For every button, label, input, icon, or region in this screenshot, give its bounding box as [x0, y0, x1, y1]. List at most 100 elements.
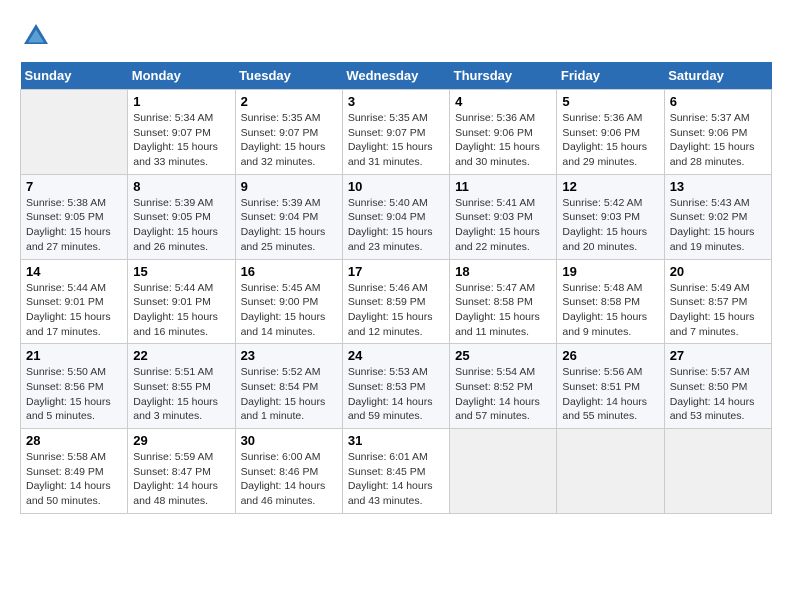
- day-info: Sunrise: 5:34 AM Sunset: 9:07 PM Dayligh…: [133, 111, 229, 170]
- day-cell: [557, 429, 664, 514]
- col-header-wednesday: Wednesday: [342, 62, 449, 90]
- logo: [20, 20, 56, 52]
- day-cell: 13 Sunrise: 5:43 AM Sunset: 9:02 PM Dayli…: [664, 174, 771, 259]
- header-row: SundayMondayTuesdayWednesdayThursdayFrid…: [21, 62, 772, 90]
- day-cell: 11Sunrise: 5:41 AM Sunset: 9:03 PM Dayli…: [450, 174, 557, 259]
- day-number: 29: [133, 433, 229, 448]
- col-header-saturday: Saturday: [664, 62, 771, 90]
- day-cell: [450, 429, 557, 514]
- day-info: Sunrise: 5:44 AM Sunset: 9:01 PM Dayligh…: [26, 281, 122, 340]
- day-info: Sunrise: 5:46 AM Sunset: 8:59 PM Dayligh…: [348, 281, 444, 340]
- day-number: 13: [670, 179, 766, 194]
- day-cell: 5 Sunrise: 5:36 AM Sunset: 9:06 PM Daylig…: [557, 90, 664, 175]
- day-cell: 8Sunrise: 5:39 AM Sunset: 9:05 PM Daylig…: [128, 174, 235, 259]
- day-number: 7: [26, 179, 122, 194]
- day-number: 10: [348, 179, 444, 194]
- day-cell: 18 Sunrise: 5:47 AM Sunset: 8:58 PM Dayli…: [450, 259, 557, 344]
- day-info: Sunrise: 5:49 AM Sunset: 8:57 PM Dayligh…: [670, 281, 766, 340]
- day-number: 12: [562, 179, 658, 194]
- day-cell: 23Sunrise: 5:52 AM Sunset: 8:54 PM Dayli…: [235, 344, 342, 429]
- day-cell: 27 Sunrise: 5:57 AM Sunset: 8:50 PM Dayli…: [664, 344, 771, 429]
- day-cell: 24Sunrise: 5:53 AM Sunset: 8:53 PM Dayli…: [342, 344, 449, 429]
- day-info: Sunrise: 5:36 AM Sunset: 9:06 PM Dayligh…: [455, 111, 551, 170]
- day-cell: 21 Sunrise: 5:50 AM Sunset: 8:56 PM Dayli…: [21, 344, 128, 429]
- day-cell: 4 Sunrise: 5:36 AM Sunset: 9:06 PM Daylig…: [450, 90, 557, 175]
- week-row-4: 21 Sunrise: 5:50 AM Sunset: 8:56 PM Dayli…: [21, 344, 772, 429]
- day-info: Sunrise: 5:48 AM Sunset: 8:58 PM Dayligh…: [562, 281, 658, 340]
- day-cell: 7 Sunrise: 5:38 AM Sunset: 9:05 PM Daylig…: [21, 174, 128, 259]
- day-number: 9: [241, 179, 337, 194]
- day-info: Sunrise: 5:45 AM Sunset: 9:00 PM Dayligh…: [241, 281, 337, 340]
- day-info: Sunrise: 5:54 AM Sunset: 8:52 PM Dayligh…: [455, 365, 551, 424]
- day-info: Sunrise: 5:50 AM Sunset: 8:56 PM Dayligh…: [26, 365, 122, 424]
- day-info: Sunrise: 5:38 AM Sunset: 9:05 PM Dayligh…: [26, 196, 122, 255]
- day-number: 19: [562, 264, 658, 279]
- day-cell: 2Sunrise: 5:35 AM Sunset: 9:07 PM Daylig…: [235, 90, 342, 175]
- day-info: Sunrise: 5:51 AM Sunset: 8:55 PM Dayligh…: [133, 365, 229, 424]
- day-cell: [664, 429, 771, 514]
- day-number: 21: [26, 348, 122, 363]
- week-row-5: 28 Sunrise: 5:58 AM Sunset: 8:49 PM Dayli…: [21, 429, 772, 514]
- day-cell: 29Sunrise: 5:59 AM Sunset: 8:47 PM Dayli…: [128, 429, 235, 514]
- day-info: Sunrise: 5:42 AM Sunset: 9:03 PM Dayligh…: [562, 196, 658, 255]
- day-number: 26: [562, 348, 658, 363]
- day-number: 4: [455, 94, 551, 109]
- day-cell: 28 Sunrise: 5:58 AM Sunset: 8:49 PM Dayli…: [21, 429, 128, 514]
- day-number: 16: [241, 264, 337, 279]
- day-number: 5: [562, 94, 658, 109]
- day-cell: 15 Sunrise: 5:44 AM Sunset: 9:01 PM Dayli…: [128, 259, 235, 344]
- day-number: 27: [670, 348, 766, 363]
- day-cell: 17 Sunrise: 5:46 AM Sunset: 8:59 PM Dayli…: [342, 259, 449, 344]
- day-info: Sunrise: 5:44 AM Sunset: 9:01 PM Dayligh…: [133, 281, 229, 340]
- day-number: 30: [241, 433, 337, 448]
- day-number: 18: [455, 264, 551, 279]
- day-number: 8: [133, 179, 229, 194]
- week-row-2: 7 Sunrise: 5:38 AM Sunset: 9:05 PM Daylig…: [21, 174, 772, 259]
- day-number: 6: [670, 94, 766, 109]
- day-info: Sunrise: 6:00 AM Sunset: 8:46 PM Dayligh…: [241, 450, 337, 509]
- day-number: 28: [26, 433, 122, 448]
- day-cell: 6 Sunrise: 5:37 AM Sunset: 9:06 PM Daylig…: [664, 90, 771, 175]
- day-info: Sunrise: 5:37 AM Sunset: 9:06 PM Dayligh…: [670, 111, 766, 170]
- day-cell: 1 Sunrise: 5:34 AM Sunset: 9:07 PM Daylig…: [128, 90, 235, 175]
- day-cell: 19 Sunrise: 5:48 AM Sunset: 8:58 PM Dayli…: [557, 259, 664, 344]
- day-cell: 12 Sunrise: 5:42 AM Sunset: 9:03 PM Dayli…: [557, 174, 664, 259]
- day-info: Sunrise: 5:43 AM Sunset: 9:02 PM Dayligh…: [670, 196, 766, 255]
- day-number: 3: [348, 94, 444, 109]
- day-number: 20: [670, 264, 766, 279]
- day-info: Sunrise: 6:01 AM Sunset: 8:45 PM Dayligh…: [348, 450, 444, 509]
- col-header-monday: Monday: [128, 62, 235, 90]
- day-cell: 16 Sunrise: 5:45 AM Sunset: 9:00 PM Dayli…: [235, 259, 342, 344]
- day-info: Sunrise: 5:35 AM Sunset: 9:07 PM Dayligh…: [348, 111, 444, 170]
- day-number: 25: [455, 348, 551, 363]
- page-header: [20, 20, 772, 52]
- day-number: 1: [133, 94, 229, 109]
- day-cell: 3 Sunrise: 5:35 AM Sunset: 9:07 PM Daylig…: [342, 90, 449, 175]
- day-cell: 10 Sunrise: 5:40 AM Sunset: 9:04 PM Dayli…: [342, 174, 449, 259]
- day-number: 2: [241, 94, 337, 109]
- day-number: 15: [133, 264, 229, 279]
- calendar-table: SundayMondayTuesdayWednesdayThursdayFrid…: [20, 62, 772, 514]
- day-cell: 25 Sunrise: 5:54 AM Sunset: 8:52 PM Dayli…: [450, 344, 557, 429]
- day-info: Sunrise: 5:40 AM Sunset: 9:04 PM Dayligh…: [348, 196, 444, 255]
- day-number: 17: [348, 264, 444, 279]
- day-info: Sunrise: 5:58 AM Sunset: 8:49 PM Dayligh…: [26, 450, 122, 509]
- day-info: Sunrise: 5:36 AM Sunset: 9:06 PM Dayligh…: [562, 111, 658, 170]
- day-info: Sunrise: 5:57 AM Sunset: 8:50 PM Dayligh…: [670, 365, 766, 424]
- day-cell: 20 Sunrise: 5:49 AM Sunset: 8:57 PM Dayli…: [664, 259, 771, 344]
- day-cell: 9 Sunrise: 5:39 AM Sunset: 9:04 PM Daylig…: [235, 174, 342, 259]
- day-number: 31: [348, 433, 444, 448]
- day-cell: 22 Sunrise: 5:51 AM Sunset: 8:55 PM Dayli…: [128, 344, 235, 429]
- week-row-3: 14Sunrise: 5:44 AM Sunset: 9:01 PM Dayli…: [21, 259, 772, 344]
- day-number: 23: [241, 348, 337, 363]
- day-info: Sunrise: 5:56 AM Sunset: 8:51 PM Dayligh…: [562, 365, 658, 424]
- day-cell: 14Sunrise: 5:44 AM Sunset: 9:01 PM Dayli…: [21, 259, 128, 344]
- day-number: 11: [455, 179, 551, 194]
- col-header-sunday: Sunday: [21, 62, 128, 90]
- day-number: 22: [133, 348, 229, 363]
- col-header-tuesday: Tuesday: [235, 62, 342, 90]
- logo-icon: [20, 20, 52, 52]
- day-info: Sunrise: 5:39 AM Sunset: 9:04 PM Dayligh…: [241, 196, 337, 255]
- day-info: Sunrise: 5:47 AM Sunset: 8:58 PM Dayligh…: [455, 281, 551, 340]
- week-row-1: 1 Sunrise: 5:34 AM Sunset: 9:07 PM Daylig…: [21, 90, 772, 175]
